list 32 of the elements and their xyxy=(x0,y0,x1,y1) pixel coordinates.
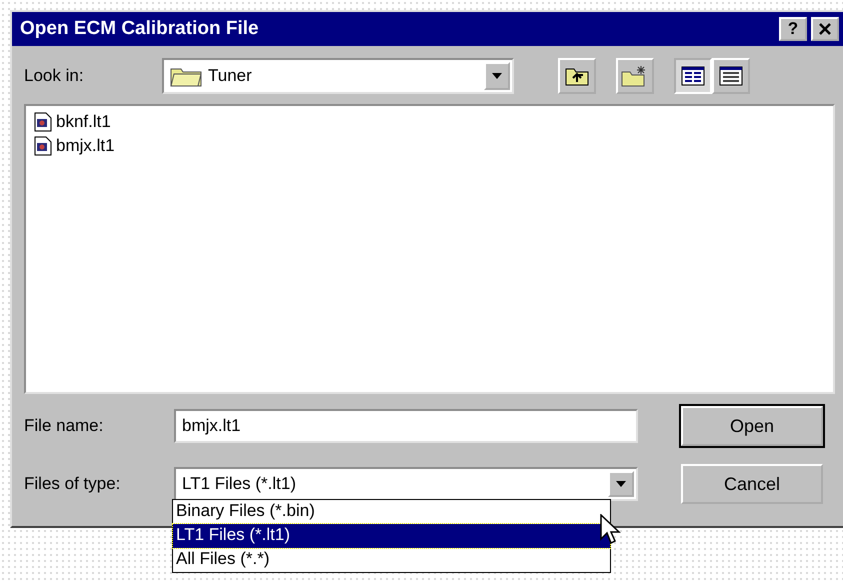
view-button[interactable] xyxy=(712,58,750,94)
dropdown-arrow-button[interactable] xyxy=(608,471,634,497)
new-folder-button[interactable] xyxy=(616,58,654,94)
dropdown-arrow-button[interactable] xyxy=(484,62,510,90)
up-folder-icon xyxy=(565,66,589,86)
dialog-button[interactable]: Cancel xyxy=(681,464,823,504)
caret-icon xyxy=(616,481,626,487)
window-title: Open ECM Calibration File xyxy=(20,18,260,40)
file-item[interactable]: bmjx.lt1 xyxy=(32,136,117,156)
file-type-dropdown[interactable]: LT1 Files (*.lt1) xyxy=(174,467,638,501)
file-type-value: LT1 Files (*.lt1) xyxy=(182,474,296,494)
look-in-label: Look in: xyxy=(24,66,85,86)
caret-icon xyxy=(492,73,502,79)
file-name-field[interactable]: bmjx.lt1 xyxy=(174,409,638,443)
file-icon xyxy=(34,136,52,156)
file-icon xyxy=(34,112,52,132)
dropdown-option[interactable]: All Files (*.*) xyxy=(173,548,610,572)
details-view-icon xyxy=(719,66,743,86)
file-name-label: File name: xyxy=(24,416,104,436)
file-item[interactable]: bknf.lt1 xyxy=(32,112,113,132)
dialog-button[interactable]: Open xyxy=(681,406,823,446)
list-view-icon xyxy=(681,66,705,86)
look-in-dropdown[interactable]: Tuner xyxy=(162,58,514,94)
close-button[interactable] xyxy=(811,17,839,41)
dropdown-option[interactable]: Binary Files (*.bin) xyxy=(173,500,610,524)
up-folder-button[interactable] xyxy=(558,58,596,94)
view-button[interactable] xyxy=(674,58,712,94)
dropdown-option[interactable]: LT1 Files (*.lt1) xyxy=(173,524,610,548)
file-type-label: Files of type: xyxy=(24,474,122,494)
folder-name: Tuner xyxy=(208,66,252,86)
help-button[interactable]: ? xyxy=(779,17,807,41)
close-icon xyxy=(818,23,832,35)
